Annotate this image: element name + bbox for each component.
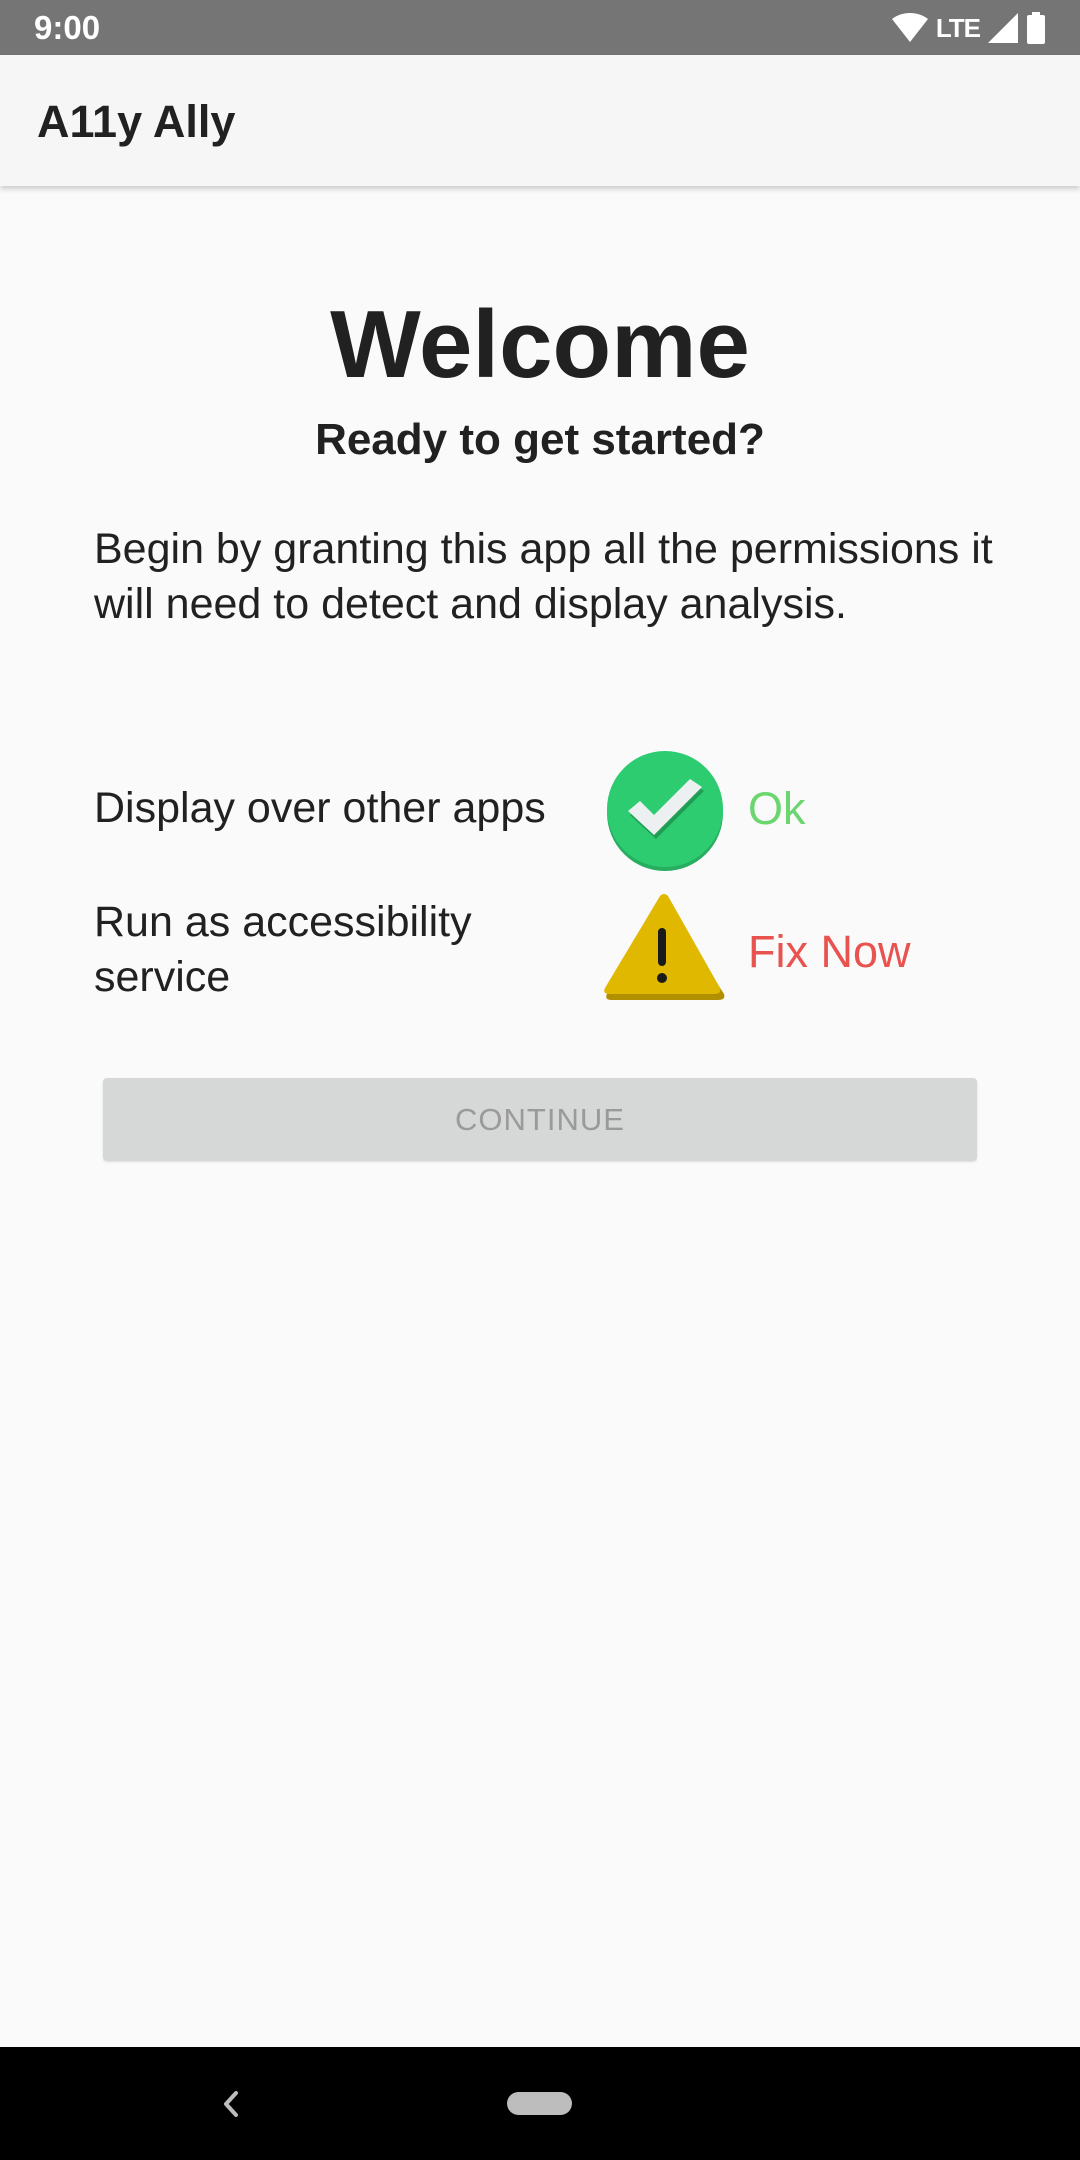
welcome-subtitle: Ready to get started?: [315, 415, 765, 464]
permission-row-accessibility-service: Run as accessibility service Fix Now: [94, 890, 1034, 1010]
continue-button[interactable]: CONTINUE: [103, 1078, 977, 1161]
warning-icon[interactable]: [602, 894, 726, 1000]
wifi-icon: [891, 13, 928, 42]
home-pill-icon[interactable]: [507, 2092, 572, 2115]
battery-icon: [1027, 12, 1045, 44]
permission-label: Run as accessibility service: [94, 898, 472, 1001]
welcome-title: Welcome: [330, 291, 750, 398]
permission-status-ok: Ok: [748, 783, 806, 834]
signal-icon: [988, 13, 1018, 43]
status-icons: LTE: [891, 10, 1046, 46]
status-bar: 9:00 LTE: [0, 0, 1080, 55]
app-title: A11y Ally: [37, 96, 236, 147]
back-icon[interactable]: [218, 2087, 244, 2121]
permission-row-display-over-apps: Display over other apps Ok: [94, 745, 1034, 875]
intro-text: Begin by granting this app all the permi…: [94, 525, 993, 628]
navigation-bar: [0, 2047, 1080, 2160]
status-time: 9:00: [34, 9, 101, 46]
permission-label: Display over other apps: [94, 784, 546, 832]
app-bar: A11y Ally: [0, 55, 1080, 186]
check-circle-icon: [607, 751, 723, 871]
network-type: LTE: [935, 13, 981, 43]
fix-now-link[interactable]: Fix Now: [748, 924, 911, 980]
